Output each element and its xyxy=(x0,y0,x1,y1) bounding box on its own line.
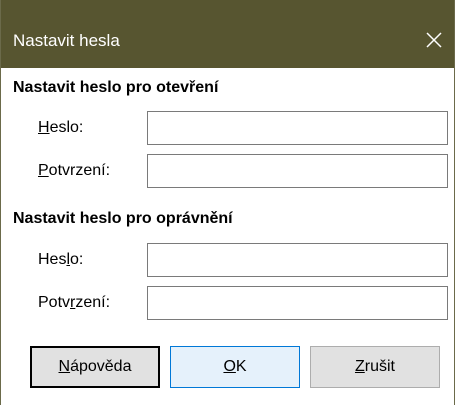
open-confirm-label: Potvrzení: xyxy=(38,162,111,179)
edit-confirm-field[interactable] xyxy=(147,286,448,320)
cancel-button[interactable]: Zrušit xyxy=(310,346,440,388)
open-password-heading: Nastavit heslo pro otevření xyxy=(13,79,219,96)
help-button[interactable]: Nápověda xyxy=(30,346,160,388)
edit-confirm-label: Potvrzení: xyxy=(38,294,111,311)
open-confirm-field[interactable] xyxy=(147,154,448,188)
window-title: Nastavit hesla xyxy=(13,31,120,50)
edit-password-label: Heslo: xyxy=(38,251,84,268)
edit-password-field[interactable] xyxy=(147,243,448,277)
close-icon[interactable] xyxy=(424,30,444,50)
title-bar: Nastavit hesla xyxy=(1,0,454,68)
edit-password-heading: Nastavit heslo pro oprávnění xyxy=(13,210,233,227)
set-passwords-dialog: Nastavit hesla Nastavit heslo pro otevře… xyxy=(0,0,455,405)
open-password-label: Heslo: xyxy=(38,119,84,136)
open-password-field[interactable] xyxy=(147,111,448,145)
ok-button[interactable]: OK xyxy=(170,346,300,388)
